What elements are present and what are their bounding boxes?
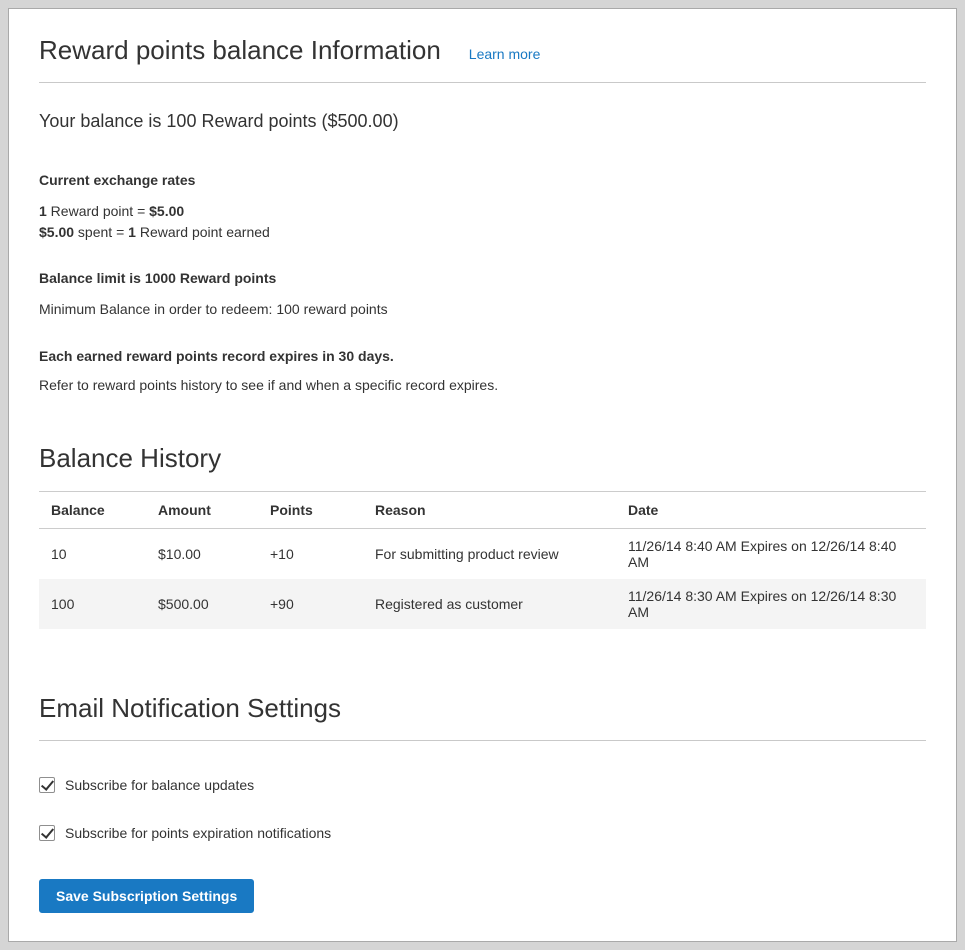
cell-reason: For submitting product review	[363, 528, 616, 579]
rate2-points: 1	[128, 224, 136, 240]
column-header-balance: Balance	[39, 491, 146, 528]
cell-points: +10	[258, 528, 363, 579]
balance-history-table: Balance Amount Points Reason Date 10 $10…	[39, 491, 926, 629]
subscribe-balance-updates-checkbox[interactable]	[39, 777, 55, 793]
exchange-rate-points-to-currency: 1 Reward point = $5.00	[39, 202, 926, 221]
balance-limit-text: Balance limit is 1000 Reward points	[39, 270, 926, 286]
minimum-balance-text: Minimum Balance in order to redeem: 100 …	[39, 301, 926, 317]
rate1-amount: $5.00	[149, 203, 184, 219]
column-header-reason: Reason	[363, 491, 616, 528]
learn-more-link[interactable]: Learn more	[469, 46, 541, 62]
page-title: Reward points balance Information	[39, 35, 441, 66]
column-header-date: Date	[616, 491, 926, 528]
balance-history-heading: Balance History	[39, 443, 926, 474]
subscribe-expiration-checkbox[interactable]	[39, 825, 55, 841]
balance-summary: Your balance is 100 Reward points ($500.…	[39, 111, 926, 132]
rate2-suffix: Reward point earned	[136, 224, 270, 240]
rate1-middle: Reward point =	[47, 203, 149, 219]
save-subscription-settings-button[interactable]: Save Subscription Settings	[39, 879, 254, 913]
table-header-row: Balance Amount Points Reason Date	[39, 491, 926, 528]
subscribe-balance-updates-label[interactable]: Subscribe for balance updates	[65, 777, 254, 793]
reward-points-panel: Reward points balance Information Learn …	[8, 8, 957, 942]
subscribe-balance-updates-option[interactable]: Subscribe for balance updates	[39, 777, 926, 793]
subscribe-expiration-label[interactable]: Subscribe for points expiration notifica…	[65, 825, 331, 841]
cell-amount: $500.00	[146, 579, 258, 629]
rate2-amount: $5.00	[39, 224, 74, 240]
rate1-points: 1	[39, 203, 47, 219]
exchange-rates-heading: Current exchange rates	[39, 172, 926, 188]
table-row: 100 $500.00 +90 Registered as customer 1…	[39, 579, 926, 629]
page-title-row: Reward points balance Information Learn …	[39, 35, 926, 83]
cell-balance: 10	[39, 528, 146, 579]
cell-points: +90	[258, 579, 363, 629]
cell-amount: $10.00	[146, 528, 258, 579]
email-settings-heading-row: Email Notification Settings	[39, 693, 926, 741]
column-header-amount: Amount	[146, 491, 258, 528]
email-settings-heading: Email Notification Settings	[39, 693, 926, 724]
expiry-note-text: Refer to reward points history to see if…	[39, 377, 926, 393]
cell-date: 11/26/14 8:40 AM Expires on 12/26/14 8:4…	[616, 528, 926, 579]
cell-reason: Registered as customer	[363, 579, 616, 629]
rate2-middle: spent =	[74, 224, 128, 240]
cell-balance: 100	[39, 579, 146, 629]
subscribe-expiration-option[interactable]: Subscribe for points expiration notifica…	[39, 825, 926, 841]
table-row: 10 $10.00 +10 For submitting product rev…	[39, 528, 926, 579]
cell-date: 11/26/14 8:30 AM Expires on 12/26/14 8:3…	[616, 579, 926, 629]
expiry-policy-text: Each earned reward points record expires…	[39, 348, 926, 364]
column-header-points: Points	[258, 491, 363, 528]
exchange-rate-currency-to-points: $5.00 spent = 1 Reward point earned	[39, 223, 926, 242]
